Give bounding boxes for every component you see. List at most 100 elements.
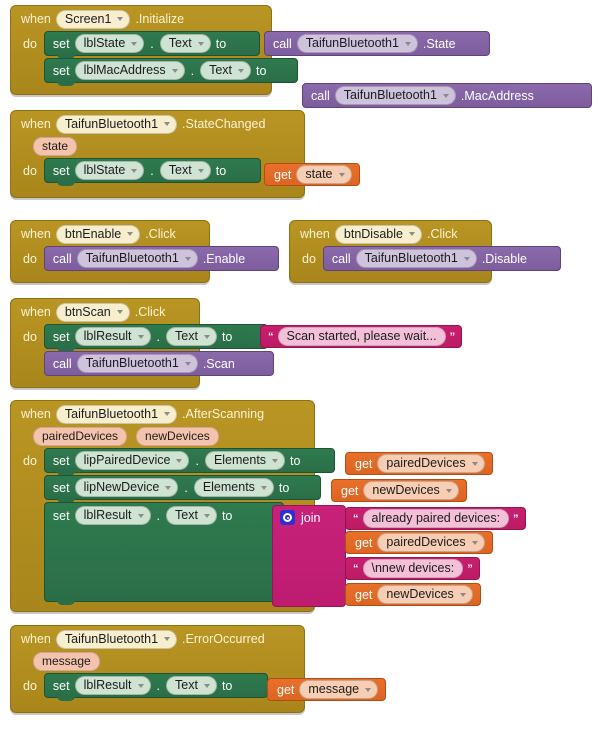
property-dropdown-elements[interactable]: Elements bbox=[204, 451, 286, 470]
get-block-paireddevices-1[interactable]: get pairedDevices bbox=[345, 452, 493, 475]
event-block-btndisable-click[interactable]: when btnDisable .Click do call TaifunBlu… bbox=[289, 220, 561, 283]
chevron-down-icon[interactable] bbox=[131, 168, 138, 173]
event-param-newdevices[interactable]: newDevices bbox=[136, 426, 219, 446]
variable-dropdown-newdevices[interactable]: newDevices bbox=[363, 481, 459, 500]
property-dropdown-text[interactable]: Text bbox=[166, 506, 217, 525]
chevron-down-icon[interactable] bbox=[184, 361, 191, 366]
event-param-state[interactable]: state bbox=[33, 136, 78, 156]
chevron-down-icon[interactable] bbox=[197, 168, 204, 173]
component-dropdown-taifunbluetooth1[interactable]: TaifunBluetooth1 bbox=[55, 114, 178, 134]
variable-dropdown-paireddevices[interactable]: pairedDevices bbox=[377, 533, 485, 552]
component-dropdown-lblstate[interactable]: lblState bbox=[74, 34, 145, 53]
property-dropdown-elements[interactable]: Elements bbox=[193, 478, 274, 497]
chevron-down-icon[interactable] bbox=[238, 68, 244, 73]
chevron-down-icon[interactable] bbox=[445, 488, 452, 493]
component-dropdown-taifunbluetooth1[interactable]: TaifunBluetooth1 bbox=[355, 249, 477, 268]
variable-dropdown-newdevices[interactable]: newDevices bbox=[377, 585, 473, 604]
chevron-down-icon[interactable] bbox=[404, 41, 411, 46]
chevron-down-icon[interactable] bbox=[338, 172, 345, 177]
variable-dropdown-state[interactable]: state bbox=[296, 165, 352, 184]
component-dropdown-btndisable[interactable]: btnDisable bbox=[334, 224, 422, 244]
property-dropdown-text[interactable]: Text bbox=[200, 61, 251, 80]
join-block[interactable]: join bbox=[272, 505, 346, 607]
event-param-message[interactable]: message bbox=[33, 651, 100, 671]
mutator-gear-icon[interactable] bbox=[280, 510, 295, 525]
variable-dropdown-message[interactable]: message bbox=[299, 680, 379, 699]
event-param-paireddevices[interactable]: pairedDevices bbox=[33, 426, 128, 446]
call-block-taifunbluetooth1-enable[interactable]: call TaifunBluetooth1 .Enable bbox=[43, 246, 279, 271]
chevron-down-icon[interactable] bbox=[203, 683, 210, 688]
chevron-down-icon[interactable] bbox=[459, 592, 466, 597]
component-dropdown-lippaireddevice[interactable]: lipPairedDevice bbox=[74, 451, 190, 470]
component-dropdown-lblresult[interactable]: lblResult bbox=[74, 676, 151, 695]
text-block-scan-started[interactable]: “ Scan started, please wait... ” bbox=[260, 325, 463, 348]
chevron-down-icon[interactable] bbox=[272, 458, 279, 463]
component-dropdown-lblresult[interactable]: lblResult bbox=[74, 327, 151, 346]
get-block-state[interactable]: get state bbox=[264, 163, 360, 186]
chevron-down-icon[interactable] bbox=[203, 334, 210, 339]
component-dropdown-lblresult[interactable]: lblResult bbox=[74, 506, 151, 525]
chevron-down-icon[interactable] bbox=[197, 41, 204, 46]
chevron-down-icon[interactable] bbox=[463, 256, 470, 261]
chevron-down-icon[interactable] bbox=[137, 513, 144, 518]
chevron-down-icon[interactable] bbox=[365, 687, 372, 692]
event-block-btnenable-click[interactable]: when btnEnable .Click do call TaifunBlue… bbox=[10, 220, 279, 283]
get-block-newdevices-1[interactable]: get newDevices bbox=[331, 479, 467, 502]
chevron-down-icon[interactable] bbox=[442, 93, 449, 98]
component-dropdown-btnscan[interactable]: btnScan bbox=[55, 302, 130, 322]
event-block-bt-afterscanning[interactable]: when TaifunBluetooth1 .AfterScanning pai… bbox=[10, 400, 335, 612]
set-block-lblresult-text[interactable]: set lblResult . Text to bbox=[43, 673, 268, 701]
property-dropdown-text[interactable]: Text bbox=[166, 676, 217, 695]
component-dropdown-lblstate[interactable]: lblState bbox=[74, 161, 145, 180]
event-block-bt-statechanged[interactable]: when TaifunBluetooth1 .StateChanged stat… bbox=[10, 110, 305, 198]
call-block-taifunbluetooth1-state[interactable]: call TaifunBluetooth1 .State bbox=[264, 31, 490, 56]
component-dropdown-taifunbluetooth1[interactable]: TaifunBluetooth1 bbox=[55, 404, 178, 424]
set-block-lblstate-text[interactable]: set lblState . Text to bbox=[43, 31, 260, 59]
chevron-down-icon[interactable] bbox=[471, 540, 478, 545]
text-value[interactable]: already paired devices: bbox=[362, 509, 510, 528]
chevron-down-icon[interactable] bbox=[176, 458, 183, 463]
chevron-down-icon[interactable] bbox=[164, 637, 171, 641]
component-dropdown-taifunbluetooth1[interactable]: TaifunBluetooth1 bbox=[334, 86, 456, 105]
event-block-bt-erroroccurred[interactable]: when TaifunBluetooth1 .ErrorOccurred mes… bbox=[10, 625, 305, 713]
component-dropdown-btnenable[interactable]: btnEnable bbox=[55, 224, 141, 244]
chevron-down-icon[interactable] bbox=[127, 232, 134, 236]
chevron-down-icon[interactable] bbox=[117, 17, 124, 21]
get-block-paireddevices-2[interactable]: get pairedDevices bbox=[345, 531, 493, 554]
call-block-taifunbluetooth1-macaddress[interactable]: call TaifunBluetooth1 .MacAddress bbox=[302, 83, 592, 108]
chevron-down-icon[interactable] bbox=[408, 232, 415, 236]
text-block-new-devices[interactable]: “ \nnew devices: ” bbox=[345, 557, 480, 580]
chevron-down-icon[interactable] bbox=[171, 68, 178, 73]
chevron-down-icon[interactable] bbox=[260, 485, 267, 490]
property-dropdown-text[interactable]: Text bbox=[166, 327, 217, 346]
component-dropdown-taifunbluetooth1[interactable]: TaifunBluetooth1 bbox=[296, 34, 418, 53]
call-block-taifunbluetooth1-scan[interactable]: call TaifunBluetooth1 .Scan bbox=[43, 351, 274, 376]
set-block-lblresult-text-join[interactable]: set lblResult . Text to bbox=[43, 502, 284, 605]
chevron-down-icon[interactable] bbox=[137, 683, 144, 688]
component-dropdown-screen1[interactable]: Screen1 bbox=[55, 9, 131, 29]
text-value[interactable]: Scan started, please wait... bbox=[277, 327, 446, 346]
set-block-lippaireddevice-elements[interactable]: set lipPairedDevice . Elements to bbox=[43, 448, 335, 476]
chevron-down-icon[interactable] bbox=[164, 122, 171, 126]
component-dropdown-taifunbluetooth1[interactable]: TaifunBluetooth1 bbox=[76, 249, 198, 268]
chevron-down-icon[interactable] bbox=[116, 310, 123, 314]
variable-dropdown-paireddevices[interactable]: pairedDevices bbox=[377, 454, 485, 473]
chevron-down-icon[interactable] bbox=[203, 513, 210, 518]
chevron-down-icon[interactable] bbox=[164, 412, 171, 416]
component-dropdown-taifunbluetooth1[interactable]: TaifunBluetooth1 bbox=[55, 629, 178, 649]
set-block-lblmacaddress-text[interactable]: set lblMacAddress . Text to bbox=[43, 58, 298, 86]
get-block-message[interactable]: get message bbox=[267, 678, 387, 701]
text-value[interactable]: \nnew devices: bbox=[362, 559, 464, 578]
property-dropdown-text[interactable]: Text bbox=[159, 34, 211, 53]
text-block-already-paired-devices[interactable]: “ already paired devices: ” bbox=[345, 507, 526, 530]
chevron-down-icon[interactable] bbox=[131, 41, 138, 46]
call-block-taifunbluetooth1-disable[interactable]: call TaifunBluetooth1 .Disable bbox=[322, 246, 561, 271]
chevron-down-icon[interactable] bbox=[471, 461, 478, 466]
chevron-down-icon[interactable] bbox=[165, 485, 172, 490]
set-block-lblresult-text[interactable]: set lblResult . Text to bbox=[43, 324, 268, 352]
component-dropdown-lipnewdevice[interactable]: lipNewDevice bbox=[74, 478, 179, 497]
set-block-lblstate-text[interactable]: set lblState . Text to bbox=[43, 158, 261, 186]
property-dropdown-text[interactable]: Text bbox=[159, 161, 211, 180]
component-dropdown-taifunbluetooth1[interactable]: TaifunBluetooth1 bbox=[76, 354, 198, 373]
component-dropdown-lblmacaddress[interactable]: lblMacAddress bbox=[74, 61, 185, 80]
